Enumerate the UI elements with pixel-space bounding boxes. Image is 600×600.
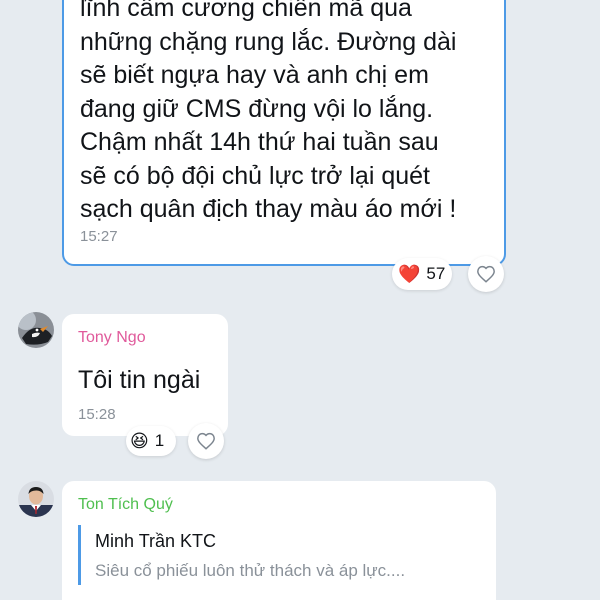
sender-name[interactable]: Ton Tích Quý [78, 496, 173, 514]
message-bubble[interactable]: Tony Ngo Tôi tin ngài 15:28 [62, 314, 228, 436]
like-button[interactable] [188, 423, 224, 459]
reaction-badge[interactable]: 😆 1 [126, 426, 176, 456]
reply-quote[interactable]: Minh Trần KTC Siêu cổ phiếu luôn thử thá… [78, 525, 488, 585]
reaction-count: 57 [426, 264, 446, 283]
quote-text: Siêu cổ phiếu luôn thử thách và áp lực..… [95, 561, 406, 580]
laughing-face-icon: 😆 [130, 431, 149, 451]
reaction-badge[interactable]: ❤️ 57 [392, 258, 452, 290]
message-time: 15:27 [80, 228, 118, 245]
person-avatar[interactable] [18, 481, 54, 517]
like-button[interactable] [468, 256, 504, 292]
message-text: Tôi tin ngài [78, 366, 201, 394]
message-time: 15:28 [78, 406, 116, 423]
reaction-count: 1 [154, 431, 165, 450]
message-text: lĩnh cầm cương chiến mã qua những chặng … [80, 0, 457, 223]
heart-outline-icon [197, 432, 215, 450]
message-bubble[interactable]: lĩnh cầm cương chiến mã qua những chặng … [62, 0, 506, 266]
quote-author: Minh Trần KTC [95, 531, 217, 551]
heart-outline-icon [477, 265, 495, 283]
sender-name[interactable]: Tony Ngo [78, 329, 146, 347]
red-heart-icon: ❤️ [398, 264, 421, 284]
message-bubble[interactable]: Ton Tích Quý Minh Trần KTC Siêu cổ phiếu… [62, 481, 496, 600]
bird-avatar[interactable] [18, 312, 54, 348]
chat-view[interactable]: lĩnh cầm cương chiến mã qua những chặng … [0, 0, 600, 600]
